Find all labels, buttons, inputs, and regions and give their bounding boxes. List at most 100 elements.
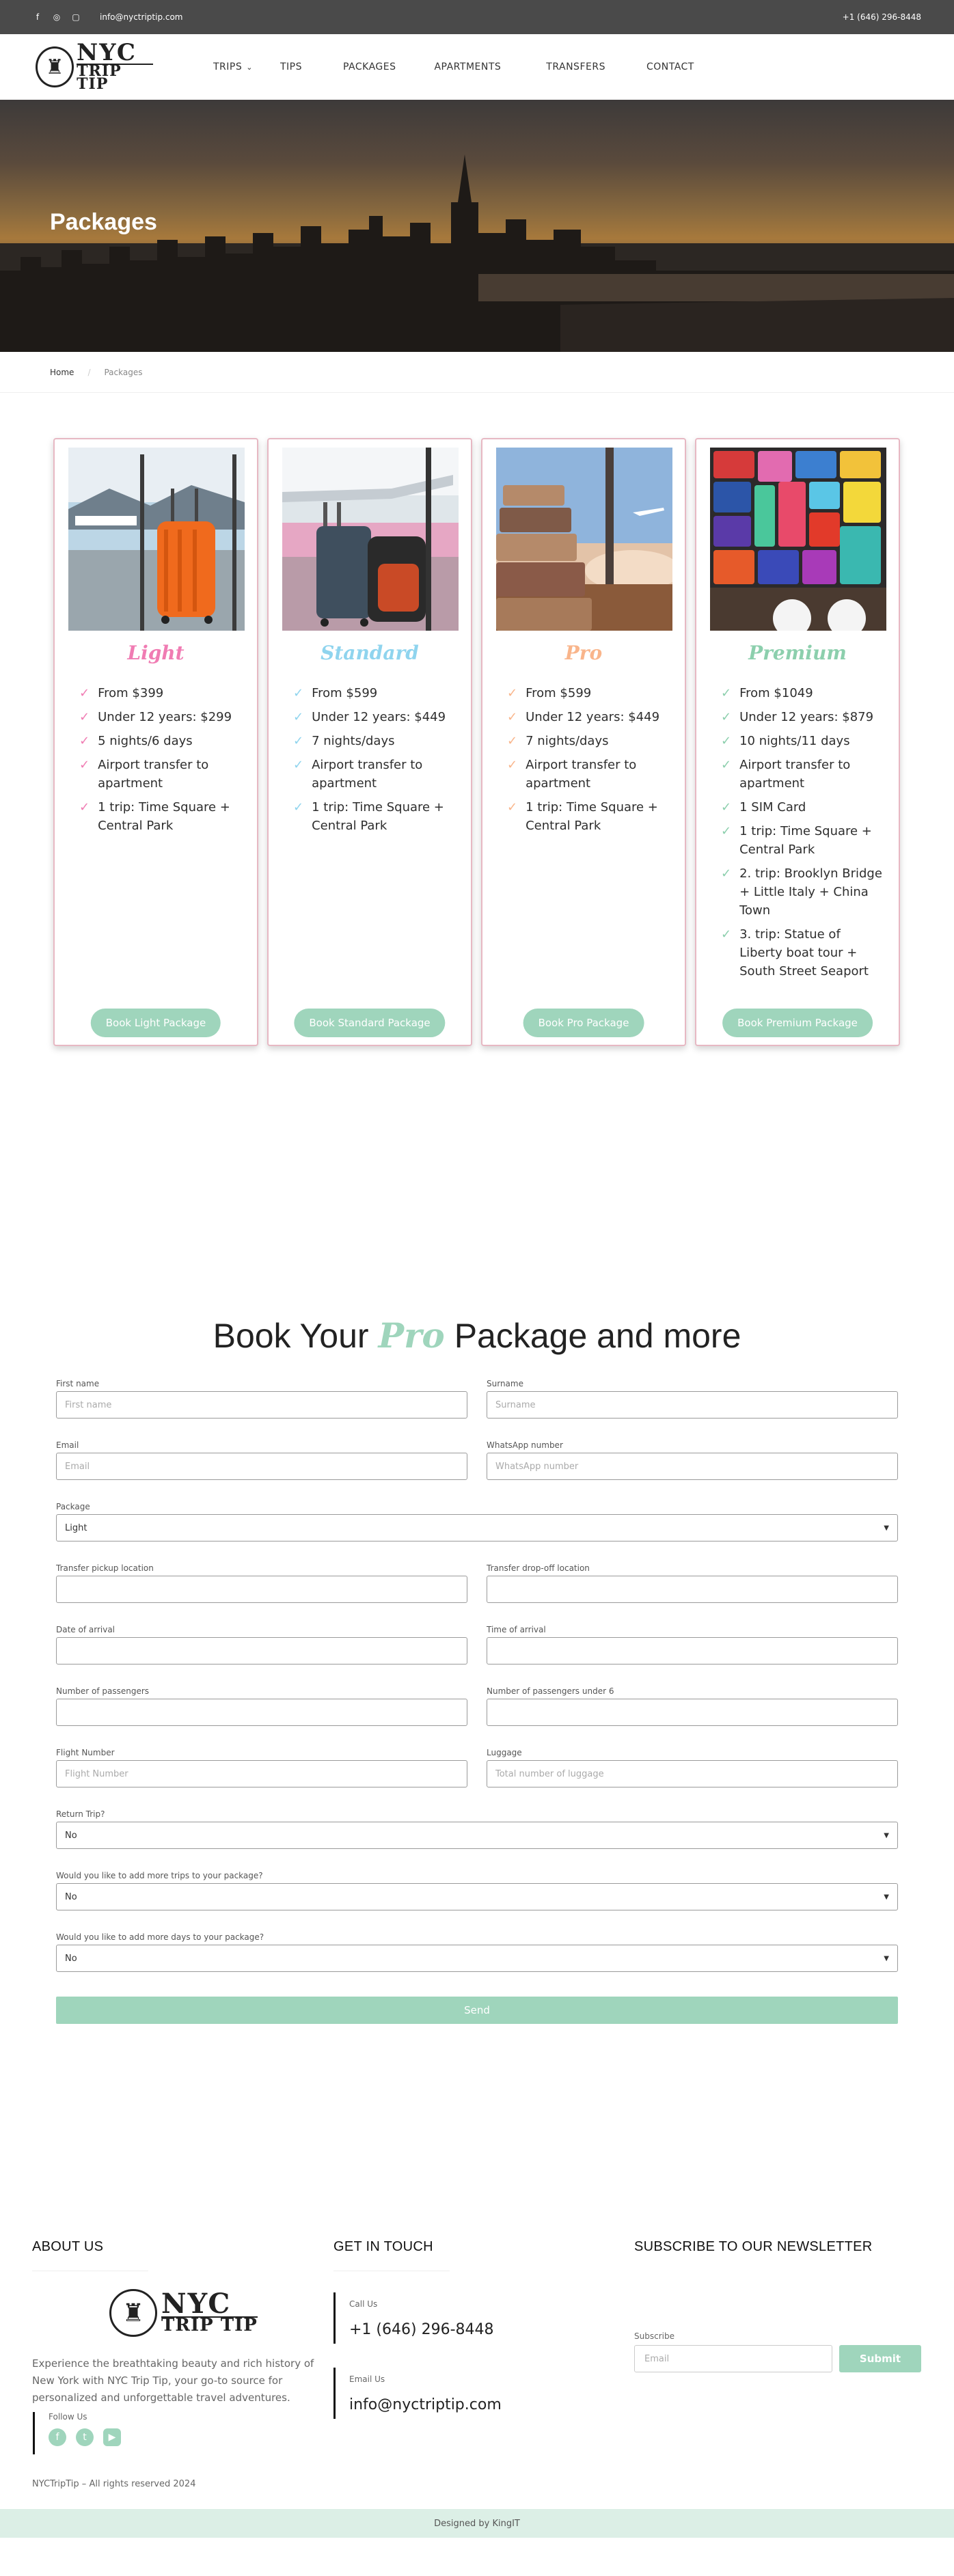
youtube-icon[interactable]: ▶: [103, 2428, 121, 2446]
list-item: ✓ Under 12 years: $879: [721, 708, 885, 726]
main-nav: ♜ NYC TRIP TIP TRIPS ⌄ TIPS PACKAGES APAR…: [0, 34, 954, 100]
list-item: ✓ From $599: [507, 684, 671, 702]
feature-text: From $399: [98, 686, 164, 700]
email-input[interactable]: Email: [56, 1453, 467, 1480]
check-icon: ✓: [507, 686, 518, 700]
more-days-field: Would you like to add more days to your …: [56, 1932, 898, 1972]
feature-list: ✓ From $599 ✓ Under 12 years: $449 ✓ 7 nigh…: [507, 684, 671, 840]
first-name-input[interactable]: First name: [56, 1391, 467, 1419]
check-icon: ✓: [79, 734, 90, 748]
field-label: Return Trip?: [56, 1809, 105, 1819]
feature-text: From $1049: [739, 686, 813, 700]
list-item: ✓ 1 trip: Time Square + Central Park: [79, 798, 243, 835]
follow-label: Follow Us: [49, 2412, 87, 2422]
about-text: Experience the breathtaking beauty and r…: [32, 2357, 314, 2404]
footer-logo[interactable]: ♜ NYC TRIP TIP: [109, 2289, 258, 2337]
check-icon: ✓: [721, 927, 732, 942]
breadcrumb: Home / Packages: [0, 352, 954, 393]
hero-banner: Packages: [0, 100, 954, 352]
send-button[interactable]: Send: [56, 1997, 898, 2024]
designed-by[interactable]: Designed by KingIT: [434, 2519, 520, 2529]
heading-text: Package and more: [454, 1317, 741, 1355]
facebook-icon[interactable]: f: [49, 2428, 66, 2446]
field-label: First name: [56, 1379, 100, 1388]
list-item: ✓ 3. trip: Statue of Liberty boat tour + …: [721, 925, 885, 981]
submit-button[interactable]: Submit: [839, 2345, 921, 2372]
statue-of-liberty-icon: ♜: [36, 46, 74, 87]
select-value: No: [65, 1953, 77, 1964]
email-field: Email Email: [56, 1440, 467, 1480]
check-icon: ✓: [79, 758, 90, 772]
topbar-phone[interactable]: +1 (646) 296-8448: [843, 12, 921, 22]
footer-phone[interactable]: +1 (646) 296-8448: [349, 2321, 494, 2338]
first-name-field: First name First name: [56, 1379, 467, 1419]
instagram-icon[interactable]: ▢: [71, 12, 81, 22]
book-standard-button[interactable]: Book Standard Package: [294, 1009, 446, 1037]
feature-text: Airport transfer to apartment: [739, 758, 851, 791]
nav-item-packages[interactable]: PACKAGES: [316, 61, 410, 72]
passengers-input[interactable]: [56, 1699, 467, 1726]
whatsapp-icon[interactable]: ◎: [52, 12, 62, 22]
book-premium-button[interactable]: Book Premium Package: [722, 1009, 873, 1037]
twitter-icon[interactable]: t: [76, 2428, 94, 2446]
follow-us: Follow Us f t ▶: [33, 2412, 121, 2454]
list-item: ✓ 10 nights/11 days: [721, 732, 885, 750]
nav-item-label: TRANSFERS: [546, 61, 605, 72]
check-icon: ✓: [721, 734, 732, 748]
pickup-field: Transfer pickup location: [56, 1563, 467, 1603]
packages-grid: Light ✓ From $399 ✓ Under 12 years: $299 ✓…: [53, 438, 901, 1046]
flight-input[interactable]: Flight Number: [56, 1760, 467, 1787]
feature-list: ✓ From $1049 ✓ Under 12 years: $879 ✓ 10 ni…: [721, 684, 885, 986]
list-item: ✓ Airport transfer to apartment: [721, 756, 885, 793]
nav-item-trips[interactable]: TRIPS ⌄: [200, 61, 267, 72]
check-icon: ✓: [79, 800, 90, 814]
book-light-button[interactable]: Book Light Package: [90, 1009, 221, 1037]
colorful-suitcases-photo: [710, 448, 886, 631]
package-name: Standard: [321, 642, 419, 664]
facebook-icon[interactable]: f: [33, 12, 42, 22]
feature-text: Airport transfer to apartment: [98, 758, 209, 791]
nav-item-tips[interactable]: TIPS: [267, 61, 316, 72]
check-icon: ✓: [721, 758, 732, 772]
time-arrival-input[interactable]: [487, 1637, 898, 1664]
package-field: Package Light ▼: [56, 1502, 898, 1542]
pickup-input[interactable]: [56, 1576, 467, 1603]
return-trip-select[interactable]: No ▼: [56, 1822, 898, 1849]
feature-text: 1 trip: Time Square + Central Park: [739, 824, 872, 857]
nav-item-contact[interactable]: CONTACT: [619, 61, 708, 72]
field-label: Date of arrival: [56, 1625, 115, 1634]
site-logo[interactable]: ♜ NYC TRIP TIP: [36, 41, 153, 92]
return-trip-field: Return Trip? No ▼: [56, 1809, 898, 1849]
more-trips-select[interactable]: No ▼: [56, 1883, 898, 1910]
breadcrumb-home[interactable]: Home: [50, 368, 74, 377]
footer-email[interactable]: info@nyctriptip.com: [349, 2396, 502, 2413]
luggage-field: Luggage Total number of luggage: [487, 1748, 898, 1787]
passengers-under6-input[interactable]: [487, 1699, 898, 1726]
feature-text: Under 12 years: $449: [312, 710, 446, 724]
whatsapp-input[interactable]: WhatsApp number: [487, 1453, 898, 1480]
book-pro-button[interactable]: Book Pro Package: [523, 1009, 644, 1037]
more-days-select[interactable]: No ▼: [56, 1945, 898, 1972]
whatsapp-field: WhatsApp number WhatsApp number: [487, 1440, 898, 1480]
heading-text: Book Your: [213, 1317, 369, 1355]
date-arrival-input[interactable]: [56, 1637, 467, 1664]
package-card-standard: Standard ✓ From $599 ✓ Under 12 years: $44…: [267, 438, 472, 1046]
breadcrumb-current: Packages: [104, 367, 143, 377]
feature-text: Airport transfer to apartment: [312, 758, 423, 791]
nav-item-apartments[interactable]: APARTMENTS: [409, 61, 515, 72]
newsletter-form: Subscribe Email Submit: [634, 2331, 921, 2372]
package-select[interactable]: Light ▼: [56, 1514, 898, 1542]
check-icon: ✓: [507, 734, 518, 748]
caret-down-icon: ▼: [884, 1954, 889, 1962]
luggage-input[interactable]: Total number of luggage: [487, 1760, 898, 1787]
nav-item-transfers[interactable]: TRANSFERS: [515, 61, 619, 72]
field-label: Package: [56, 1502, 90, 1511]
list-item: ✓ 1 SIM Card: [721, 798, 885, 817]
newsletter-email-input[interactable]: Email: [634, 2345, 832, 2372]
topbar-email[interactable]: info@nyctriptip.com: [100, 12, 183, 22]
heading-package-name: Pro: [378, 1315, 445, 1356]
surname-input[interactable]: Surname: [487, 1391, 898, 1419]
list-item: ✓ Airport transfer to apartment: [293, 756, 457, 793]
surname-field: Surname Surname: [487, 1379, 898, 1419]
dropoff-input[interactable]: [487, 1576, 898, 1603]
